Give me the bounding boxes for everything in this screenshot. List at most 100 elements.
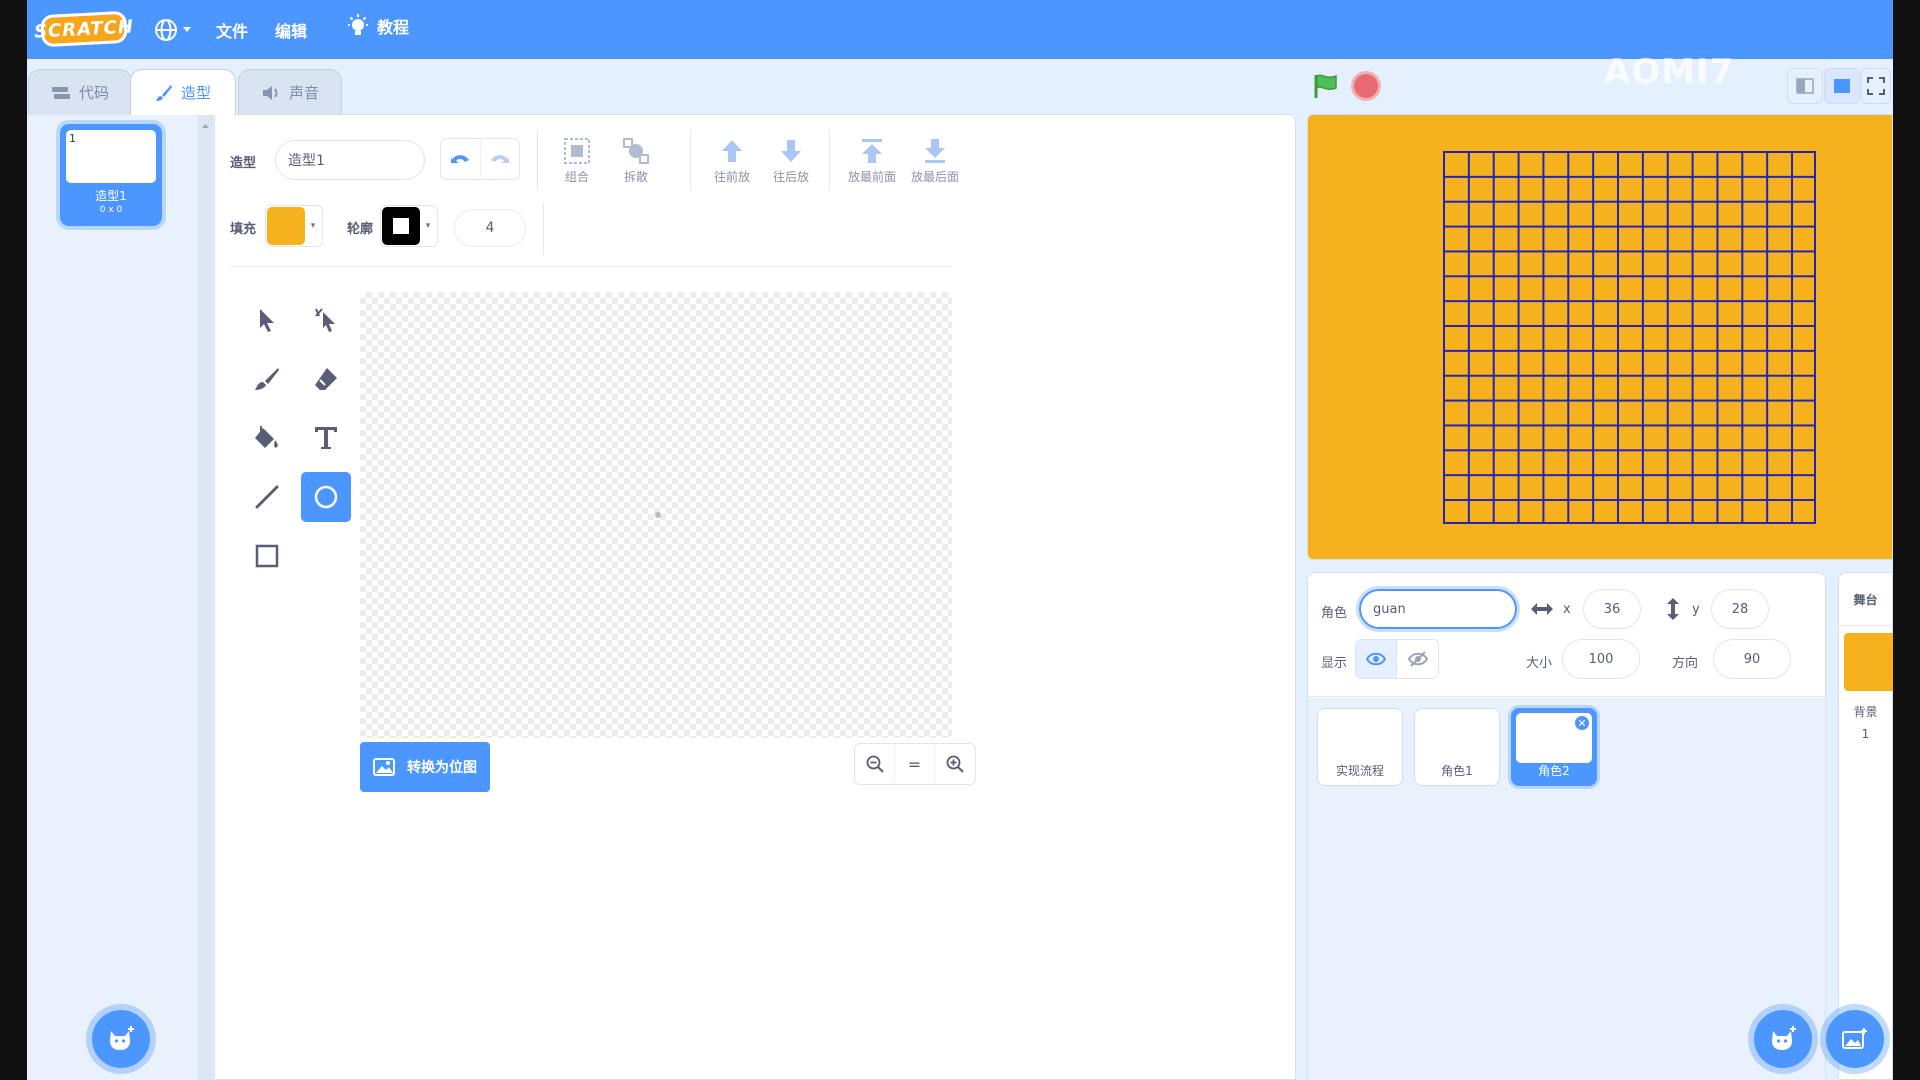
costume-list-panel (27, 114, 213, 1080)
costume-name-label: 造型 (230, 156, 257, 171)
arrow-down-icon (781, 140, 801, 162)
direction-input[interactable]: 90 (1713, 639, 1791, 679)
normal-stage-button[interactable] (1824, 68, 1860, 104)
sprite-name-input[interactable]: guan (1359, 589, 1517, 629)
edit-menu[interactable]: 编辑 (275, 18, 307, 42)
eraser-tool[interactable] (301, 354, 351, 404)
reshape-icon (315, 308, 335, 332)
costume-size: 0 x 0 (99, 205, 123, 215)
reshape-tool[interactable] (301, 295, 351, 345)
front-button[interactable]: 放最前面 (842, 137, 902, 185)
sprite-tile-3[interactable]: ✕ 角色2 (1511, 708, 1597, 786)
stop-button[interactable] (1354, 74, 1378, 98)
x-input[interactable]: 36 (1583, 589, 1641, 629)
choose-sprite-button[interactable] (1754, 1010, 1812, 1068)
scratch-logo[interactable]: SCRATCH (34, 10, 134, 48)
tab-costumes[interactable]: 造型 (130, 69, 236, 115)
show-sprite-button[interactable] (1356, 640, 1398, 678)
brush-tool[interactable] (242, 354, 292, 404)
fullscreen-icon (1867, 77, 1885, 95)
line-tool[interactable] (242, 472, 292, 522)
backward-label: 往后放 (772, 170, 809, 184)
forward-label: 往前放 (713, 170, 750, 184)
toolbar-separator (537, 130, 538, 190)
fill-color-picker[interactable]: ▾ (265, 205, 323, 247)
tab-code[interactable]: 代码 (28, 69, 132, 115)
backdrop-count: 1 (1861, 727, 1870, 741)
outline-color-swatch (382, 207, 420, 245)
brush-icon (155, 84, 172, 101)
tab-code-label: 代码 (78, 84, 109, 102)
choose-costume-button[interactable] (92, 1010, 150, 1068)
green-flag-button[interactable] (1312, 72, 1340, 104)
undo-redo-group (440, 138, 520, 180)
sprite-tile-1[interactable]: 实现流程 (1317, 708, 1403, 786)
horizontal-arrows-icon (1531, 603, 1553, 615)
file-menu[interactable]: 文件 (216, 18, 248, 42)
outline-width-input[interactable]: 4 (454, 209, 526, 247)
paint-editor: 造型 造型1 组合 拆散 往前放 往后放 放最前面 放最后面 填充 ▾ 轮廓 ▾… (214, 114, 1296, 1080)
arrow-bottom-icon (925, 139, 945, 163)
undo-icon (451, 155, 470, 163)
chevron-down-icon (183, 27, 191, 32)
forward-button[interactable]: 往前放 (707, 137, 757, 185)
lightbulb-icon (348, 14, 368, 35)
fullscreen-button[interactable] (1861, 68, 1891, 104)
menu-bar: SCRATCH 文件 编辑 教程 (27, 0, 1893, 59)
fill-label: 填充 (230, 222, 257, 237)
toolbar-separator (543, 203, 544, 255)
ungroup-button[interactable]: 拆散 (611, 137, 661, 185)
group-button[interactable]: 组合 (552, 137, 602, 185)
zoom-controls: = (854, 743, 976, 785)
hide-sprite-button[interactable] (1397, 640, 1438, 678)
stage-pane[interactable]: 舞台 背景 1 (1838, 572, 1893, 1080)
back-label: 放最后面 (910, 170, 959, 184)
language-menu[interactable] (153, 16, 193, 44)
circle-tool[interactable] (301, 472, 351, 522)
rectangle-icon (255, 544, 279, 568)
costume-number: 1 (69, 132, 76, 145)
zoom-out-button[interactable] (855, 744, 895, 784)
arrow-up-icon (722, 140, 742, 162)
group-icon (564, 138, 590, 164)
cat-add-icon (110, 1026, 134, 1050)
backward-button[interactable]: 往后放 (766, 137, 816, 185)
sprite-properties: 角色 guan x 36 y 28 显示 大小 100 方向 90 (1308, 573, 1825, 697)
zoom-out-icon (866, 755, 884, 773)
zoom-reset-button[interactable]: = (895, 744, 935, 784)
size-input[interactable]: 100 (1562, 639, 1640, 679)
costume-tile-1[interactable]: 1 造型1 0 x 0 (60, 124, 162, 226)
tab-sounds[interactable]: 声音 (238, 69, 342, 115)
paint-bucket-icon (255, 426, 278, 448)
y-input[interactable]: 28 (1711, 589, 1769, 629)
eye-off-icon (1407, 651, 1428, 667)
costume-name-input[interactable]: 造型1 (275, 140, 425, 180)
convert-to-bitmap-button[interactable]: 转换为位图 (360, 742, 490, 792)
small-stage-button[interactable] (1787, 68, 1823, 104)
sprite-tile-2[interactable]: 角色1 (1414, 708, 1500, 786)
rectangle-tool[interactable] (242, 531, 292, 581)
vertical-arrows-icon (1667, 598, 1679, 620)
normal-stage-icon (1834, 79, 1850, 93)
choose-backdrop-button[interactable] (1826, 1010, 1884, 1068)
scratch-window: SCRATCH 文件 编辑 教程 AOMI7 代码 造型 声音 1 造型1 0 … (27, 0, 1893, 1080)
fill-tool[interactable] (242, 413, 292, 463)
back-button[interactable]: 放最后面 (905, 137, 965, 185)
chevron-down-icon: ▾ (425, 221, 431, 231)
speaker-icon (262, 85, 278, 100)
sprite-info-pane: 角色 guan x 36 y 28 显示 大小 100 方向 90 实现流程 角… (1307, 572, 1826, 1080)
zoom-in-button[interactable] (935, 744, 975, 784)
zoom-in-icon (946, 755, 964, 773)
outline-color-picker[interactable]: ▾ (380, 205, 438, 247)
tutorials-button[interactable]: 教程 (347, 14, 409, 38)
convert-to-bitmap-label: 转换为位图 (407, 760, 477, 776)
ungroup-label: 拆散 (623, 170, 648, 184)
costume-list-scrollbar[interactable] (198, 114, 213, 1080)
select-tool[interactable] (242, 295, 292, 345)
delete-sprite-button[interactable]: ✕ (1573, 714, 1591, 732)
undo-button[interactable] (441, 139, 480, 179)
text-tool[interactable] (301, 413, 351, 463)
redo-button[interactable] (479, 139, 519, 179)
paint-canvas[interactable] (360, 292, 952, 738)
arrow-pointer-icon (260, 309, 274, 332)
